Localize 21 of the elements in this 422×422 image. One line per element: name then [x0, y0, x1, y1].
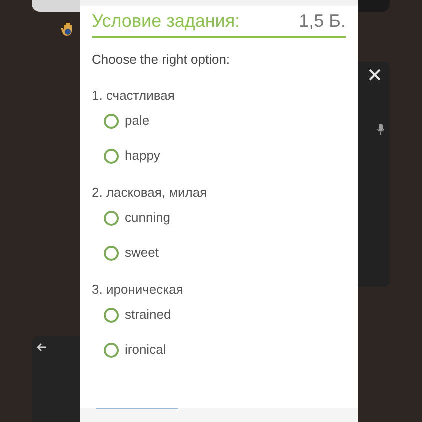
question-text: 1. счастливая: [92, 88, 176, 104]
question-text: 2. ласковая, милая: [92, 185, 208, 201]
points-value: 1,5 Б.: [299, 10, 346, 33]
radio-button[interactable]: [104, 148, 119, 164]
option-label: happy: [125, 148, 160, 164]
radio-button[interactable]: [104, 210, 119, 226]
back-arrow-icon: [37, 343, 47, 352]
radio-button[interactable]: [104, 308, 119, 322]
radio-button[interactable]: [104, 246, 119, 260]
option-label: ironical: [125, 342, 166, 358]
option-label: pale: [125, 113, 150, 129]
option-label: cunning: [125, 210, 171, 226]
question-text: 3. ироническая: [92, 282, 184, 298]
close-icon: [369, 69, 381, 81]
option-label: sweet: [125, 245, 159, 261]
radio-button[interactable]: [104, 114, 119, 128]
task-title: Условие задания:: [92, 10, 240, 33]
radio-button[interactable]: [104, 342, 119, 358]
instruction-text: Choose the right option:: [92, 52, 232, 68]
option-label: strained: [125, 307, 172, 323]
microphone-icon: [377, 124, 385, 136]
